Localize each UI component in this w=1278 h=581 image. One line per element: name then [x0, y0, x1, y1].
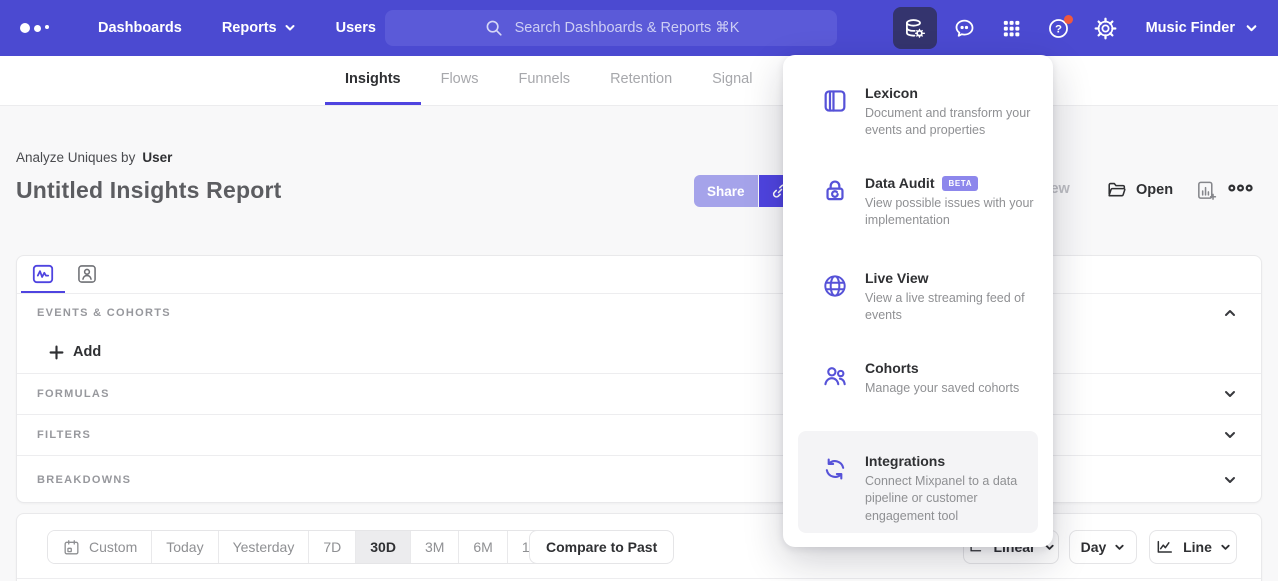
chart-type-dropdown[interactable]: Line: [1149, 530, 1237, 564]
chevron-down-icon: [1114, 542, 1125, 553]
page-title[interactable]: Untitled Insights Report: [16, 177, 281, 204]
people-icon: [821, 360, 849, 390]
menu-item-title: Live View: [865, 270, 929, 286]
add-event-button[interactable]: Add: [49, 344, 101, 360]
search-placeholder: Search Dashboards & Reports ⌘K: [515, 20, 740, 36]
search-icon: [483, 17, 505, 39]
data-management-icon[interactable]: [893, 7, 937, 49]
chevron-down-icon[interactable]: [1219, 471, 1241, 489]
profiles-view-tab[interactable]: [65, 256, 109, 293]
calendar-icon: [62, 538, 81, 557]
menu-item-desc: Manage your saved cohorts: [865, 380, 1037, 397]
plus-icon: [49, 345, 64, 360]
folder-icon: [1106, 179, 1128, 201]
range-custom[interactable]: Custom: [48, 531, 152, 563]
nav-reports[interactable]: Reports: [202, 0, 316, 56]
menu-item-cohorts[interactable]: Cohorts Manage your saved cohorts: [783, 360, 1053, 397]
events-add-row: Add: [17, 331, 1261, 374]
chevron-up-icon[interactable]: [1219, 304, 1241, 322]
nav-right-icons: ? Music Finder: [893, 0, 1262, 56]
pulse-chart-icon: [31, 262, 55, 286]
range-7d[interactable]: 7D: [309, 531, 356, 563]
project-name: Music Finder: [1146, 20, 1235, 36]
menu-item-lexicon[interactable]: Lexicon Document and transform your even…: [783, 85, 1053, 140]
search-input[interactable]: Search Dashboards & Reports ⌘K: [385, 10, 837, 46]
menu-item-title: Data Audit: [865, 175, 934, 191]
tab-flows[interactable]: Flows: [421, 56, 499, 105]
book-icon: [821, 85, 849, 115]
notification-dot: [1064, 15, 1073, 24]
menu-item-title: Integrations: [865, 453, 945, 469]
tab-insights[interactable]: Insights: [325, 56, 421, 105]
range-yesterday[interactable]: Yesterday: [219, 531, 310, 563]
section-formulas[interactable]: FORMULAS: [17, 374, 1261, 415]
chevron-down-icon[interactable]: [1219, 385, 1241, 403]
more-options-icon[interactable]: [1228, 181, 1253, 195]
lock-icon: [821, 175, 849, 205]
line-chart-icon: [1155, 537, 1175, 557]
menu-item-desc: Document and transform your events and p…: [865, 105, 1037, 140]
menu-item-desc: View possible issues with your implement…: [865, 195, 1037, 230]
menu-item-desc: View a live streaming feed of events: [865, 290, 1037, 325]
tab-retention[interactable]: Retention: [590, 56, 692, 105]
interval-dropdown[interactable]: Day: [1069, 530, 1137, 564]
svg-text:?: ?: [1055, 23, 1062, 35]
apps-dropdown-panel: Lexicon Document and transform your even…: [783, 55, 1053, 547]
date-range-control: Custom Today Yesterday 7D 30D 3M 6M 12M: [47, 530, 564, 564]
range-3m[interactable]: 3M: [411, 531, 459, 563]
sync-icon: [821, 453, 849, 483]
builder-icon-tabs: [17, 256, 1261, 294]
range-30d[interactable]: 30D: [356, 531, 411, 563]
report-subtitle: Analyze Uniques byUser: [16, 150, 172, 165]
primary-nav: Dashboards Reports Users: [78, 0, 396, 56]
section-label: BREAKDOWNS: [37, 474, 131, 486]
range-6m[interactable]: 6M: [459, 531, 507, 563]
section-label: FORMULAS: [37, 388, 110, 400]
section-breakdowns[interactable]: BREAKDOWNS: [17, 456, 1261, 504]
chevron-down-icon: [284, 22, 296, 34]
add-to-dashboard-icon[interactable]: [1195, 179, 1218, 202]
nav-dashboards[interactable]: Dashboards: [78, 0, 202, 56]
project-switcher[interactable]: Music Finder: [1134, 20, 1262, 36]
share-button[interactable]: Share: [694, 175, 758, 207]
beta-badge: BETA: [942, 176, 978, 191]
menu-item-title: Lexicon: [865, 85, 918, 101]
tab-signal[interactable]: Signal: [692, 56, 772, 105]
section-label: EVENTS & COHORTS: [37, 307, 171, 319]
section-events-cohorts[interactable]: EVENTS & COHORTS: [17, 294, 1261, 331]
menu-item-desc: Connect Mixpanel to a data pipeline or c…: [865, 473, 1037, 525]
chevron-down-icon[interactable]: [1219, 426, 1241, 444]
feedback-chat-icon[interactable]: [946, 8, 984, 48]
chart-toolbar-card: Custom Today Yesterday 7D 30D 3M 6M 12M …: [16, 513, 1262, 581]
top-nav: Dashboards Reports Users Search Dashboar…: [0, 0, 1278, 56]
chevron-down-icon: [1220, 542, 1231, 553]
mixpanel-app: Dashboards Reports Users Search Dashboar…: [0, 0, 1278, 581]
tab-funnels[interactable]: Funnels: [498, 56, 590, 105]
menu-item-live-view[interactable]: Live View View a live streaming feed of …: [783, 270, 1053, 325]
settings-gear-icon[interactable]: [1087, 8, 1125, 48]
menu-item-integrations[interactable]: Integrations Connect Mixpanel to a data …: [798, 431, 1038, 533]
range-today[interactable]: Today: [152, 531, 218, 563]
chevron-down-icon: [1245, 22, 1258, 35]
help-icon[interactable]: ?: [1040, 8, 1078, 48]
mixpanel-logo-icon[interactable]: [20, 23, 60, 33]
menu-item-data-audit[interactable]: Data Audit BETA View possible issues wit…: [783, 175, 1053, 230]
compare-to-past-button[interactable]: Compare to Past: [529, 530, 674, 564]
section-filters[interactable]: FILTERS: [17, 415, 1261, 456]
toolbar-divider: [17, 578, 1261, 579]
nav-users[interactable]: Users: [316, 0, 396, 56]
menu-item-title: Cohorts: [865, 360, 919, 376]
apps-grid-icon[interactable]: [993, 8, 1031, 48]
globe-icon: [821, 270, 849, 300]
events-view-tab[interactable]: [21, 256, 65, 293]
open-report-button[interactable]: Open: [1106, 179, 1173, 201]
query-builder-card: EVENTS & COHORTS Add FORMULAS FILTERS BR…: [16, 255, 1262, 503]
analyze-by-value[interactable]: User: [142, 150, 172, 165]
person-card-icon: [76, 263, 98, 285]
report-tabbar: Insights Flows Funnels Retention Signal …: [0, 56, 1278, 106]
section-label: FILTERS: [37, 429, 91, 441]
